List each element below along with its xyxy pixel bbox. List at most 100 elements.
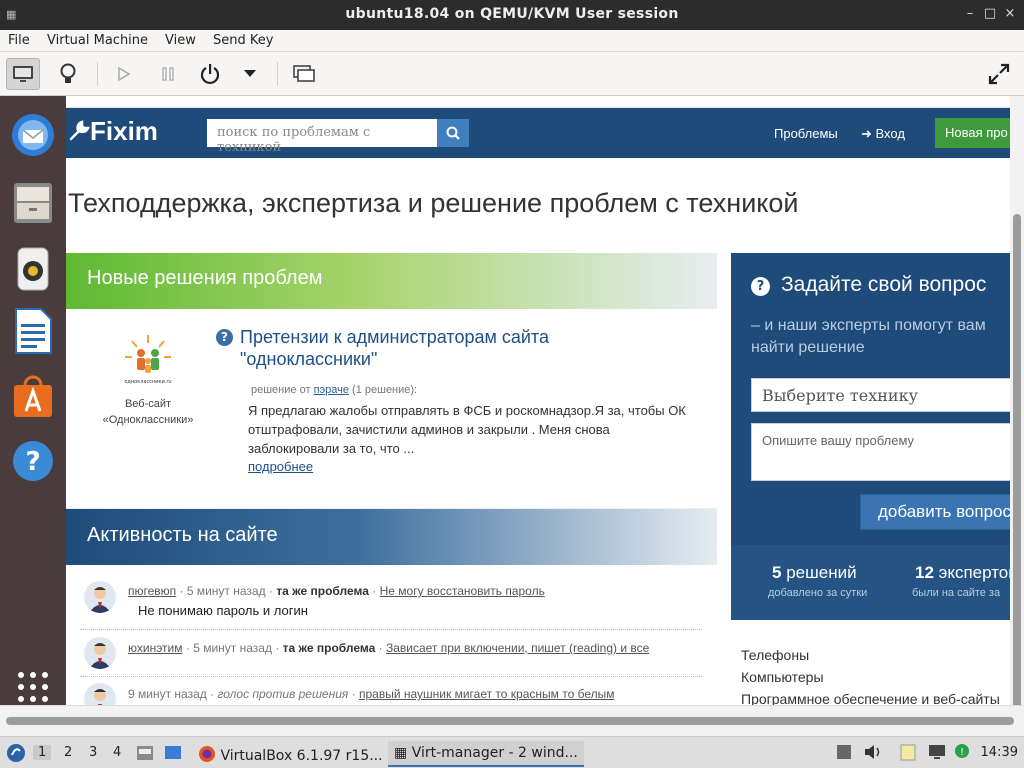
avatar[interactable] xyxy=(84,581,116,613)
stat-experts-sub: были на сайте за xyxy=(912,587,1001,599)
clock[interactable]: 14:39 xyxy=(981,745,1018,760)
run-icon[interactable] xyxy=(107,58,141,90)
files-icon[interactable] xyxy=(135,743,155,767)
ask-subtitle: – и наши эксперты помогут вам найти реше… xyxy=(751,317,986,356)
window-titlebar[interactable]: ▦ ubuntu18.04 on QEMU/KVM User session –… xyxy=(0,0,1024,30)
menu-send-key[interactable]: Send Key xyxy=(213,33,273,48)
menu-virtual-machine[interactable]: Virtual Machine xyxy=(47,33,148,48)
add-question-button[interactable]: добавить вопрос xyxy=(860,494,1010,530)
nav-login-link[interactable]: ➜ Вход xyxy=(861,126,905,142)
task-virtualbox[interactable]: VirtualBox 6.1.97 r15... xyxy=(192,741,389,767)
start-menu-icon[interactable] xyxy=(6,743,26,767)
solution-excerpt: Я предлагаю жалобы отправлять в ФСБ и ро… xyxy=(248,403,686,456)
workspace-2[interactable]: 2 xyxy=(64,745,72,760)
console-icon[interactable] xyxy=(6,58,40,90)
new-solutions-title: Новые решения проблем xyxy=(87,267,323,289)
stat-experts: 12 экспертов xyxy=(915,563,1010,582)
close-icon[interactable]: × xyxy=(1002,6,1018,22)
show-apps-icon[interactable] xyxy=(10,664,56,710)
dropdown-icon[interactable] xyxy=(233,58,267,90)
libreoffice-writer-icon[interactable] xyxy=(10,308,56,354)
snapshots-icon[interactable] xyxy=(287,58,321,90)
stats-band: 5 решений добавлено за сутки 12 эксперто… xyxy=(731,545,1010,620)
activity-problem-link[interactable]: Зависает при включении, пишет (reading) … xyxy=(386,641,649,655)
workspace-1[interactable]: 1 xyxy=(33,745,52,760)
display-icon[interactable] xyxy=(928,744,946,764)
category-link[interactable]: Телефоны xyxy=(741,647,809,663)
search-input[interactable]: поиск по проблемам с техникой xyxy=(207,119,437,155)
site-header: Fixim поиск по проблемам с техникой Проб… xyxy=(66,108,1010,158)
solution-meta: решение от пэраче (1 решение): xyxy=(251,384,417,396)
activity-user-link[interactable]: юхинэтим xyxy=(128,641,183,655)
new-solutions-header: Новые решения проблем xyxy=(66,253,717,309)
nav-problems-link[interactable]: Проблемы xyxy=(774,126,838,141)
workspace-3[interactable]: 3 xyxy=(89,745,97,760)
avatar[interactable] xyxy=(84,637,116,669)
new-problem-button[interactable]: Новая про xyxy=(935,118,1010,148)
svg-text:?: ? xyxy=(25,447,40,477)
virt-manager-icon: ▦ xyxy=(394,745,412,761)
activity-title: Активность на сайте xyxy=(87,524,278,546)
read-more-link[interactable]: подробнее xyxy=(248,459,313,474)
menu-view[interactable]: View xyxy=(165,33,196,48)
search-icon xyxy=(446,126,460,140)
question-circle-icon: ? xyxy=(751,277,770,296)
update-icon[interactable]: ! xyxy=(954,743,970,763)
meta-count: (1 решение): xyxy=(352,384,418,396)
menu-file[interactable]: File xyxy=(8,33,30,48)
fullscreen-icon[interactable] xyxy=(982,58,1016,90)
meta-prefix: решение от xyxy=(251,384,311,396)
activity-problem-link[interactable]: правый наушник мигает то красным то белы… xyxy=(359,687,615,701)
task-label: VirtualBox 6.1.97 r15... xyxy=(220,748,383,764)
scrollbar-thumb[interactable] xyxy=(6,717,1014,725)
wrench-icon xyxy=(69,120,90,141)
volume-icon[interactable] xyxy=(864,744,882,764)
site-logo[interactable]: Fixim xyxy=(68,116,158,147)
describe-problem-field[interactable]: Опишите вашу проблему xyxy=(751,423,1010,481)
search-button[interactable] xyxy=(437,119,469,147)
nav-login-label: Вход xyxy=(875,126,905,141)
web-page: Fixim поиск по проблемам с техникой Проб… xyxy=(66,96,1010,736)
rhythmbox-icon[interactable] xyxy=(10,246,56,292)
caption-line: Веб-сайт xyxy=(124,398,172,410)
pause-icon[interactable] xyxy=(151,58,185,90)
clipboard-icon[interactable] xyxy=(900,743,916,765)
help-icon[interactable]: ? xyxy=(10,438,56,484)
divider xyxy=(80,676,702,677)
ubuntu-dock: ? xyxy=(0,96,66,736)
scrollbar-thumb[interactable] xyxy=(1013,214,1021,714)
activity-tag: та же проблема xyxy=(282,641,376,655)
solution-card: одноклассники.ru Веб-сайт «Одноклассники… xyxy=(66,309,717,509)
activity-user-link[interactable]: пюгевюп xyxy=(128,584,176,598)
thunderbird-icon[interactable] xyxy=(10,112,56,158)
activity-problem-link[interactable]: Не могу восстановить пароль xyxy=(380,584,545,598)
power-icon[interactable] xyxy=(193,58,227,90)
details-icon[interactable] xyxy=(51,58,85,90)
category-link[interactable]: Компьютеры xyxy=(741,669,824,685)
activity-line: юхинэтим · 5 минут назад · та же проблем… xyxy=(128,641,649,655)
guest-display[interactable]: ? Fixim поиск по проблемам с техникой Пр… xyxy=(0,96,1024,736)
odnoklassniki-logo[interactable]: одноклассники.ru xyxy=(120,331,176,387)
activity-time: · 5 минут назад · xyxy=(179,584,273,598)
activity-time: · 5 минут назад · xyxy=(185,641,280,655)
ask-title: Задайте свой вопрос xyxy=(781,273,987,296)
network-icon[interactable] xyxy=(836,744,852,764)
task-label: Virt-manager - 2 wind... xyxy=(411,745,578,761)
ask-question-panel: ? Задайте свой вопрос – и наши эксперты … xyxy=(731,253,1010,620)
workspace-4[interactable]: 4 xyxy=(113,745,121,760)
minimize-icon[interactable]: – xyxy=(962,6,978,22)
select-technique-field[interactable]: Выберите технику xyxy=(751,378,1010,412)
activity-action: голос против решения xyxy=(217,687,349,701)
desktop-icon[interactable] xyxy=(163,743,183,767)
software-center-icon[interactable] xyxy=(10,374,56,420)
activity-time: 9 минут назад · xyxy=(128,687,215,701)
page-title: Техподдержка, экспертиза и решение пробл… xyxy=(68,188,799,218)
activity-line: пюгевюп · 5 минут назад · та же проблема… xyxy=(128,584,545,598)
viewer-horizontal-scrollbar[interactable] xyxy=(0,705,1024,736)
maximize-icon[interactable]: □ xyxy=(982,6,998,22)
viewer-vertical-scrollbar[interactable] xyxy=(1010,96,1024,736)
files-icon[interactable] xyxy=(10,180,56,226)
task-virt-manager[interactable]: ▦ Virt-manager - 2 wind... xyxy=(388,741,584,767)
solution-author-link[interactable]: пэраче xyxy=(314,384,349,396)
question-title-link[interactable]: Претензии к администраторам сайта "однок… xyxy=(240,326,680,370)
